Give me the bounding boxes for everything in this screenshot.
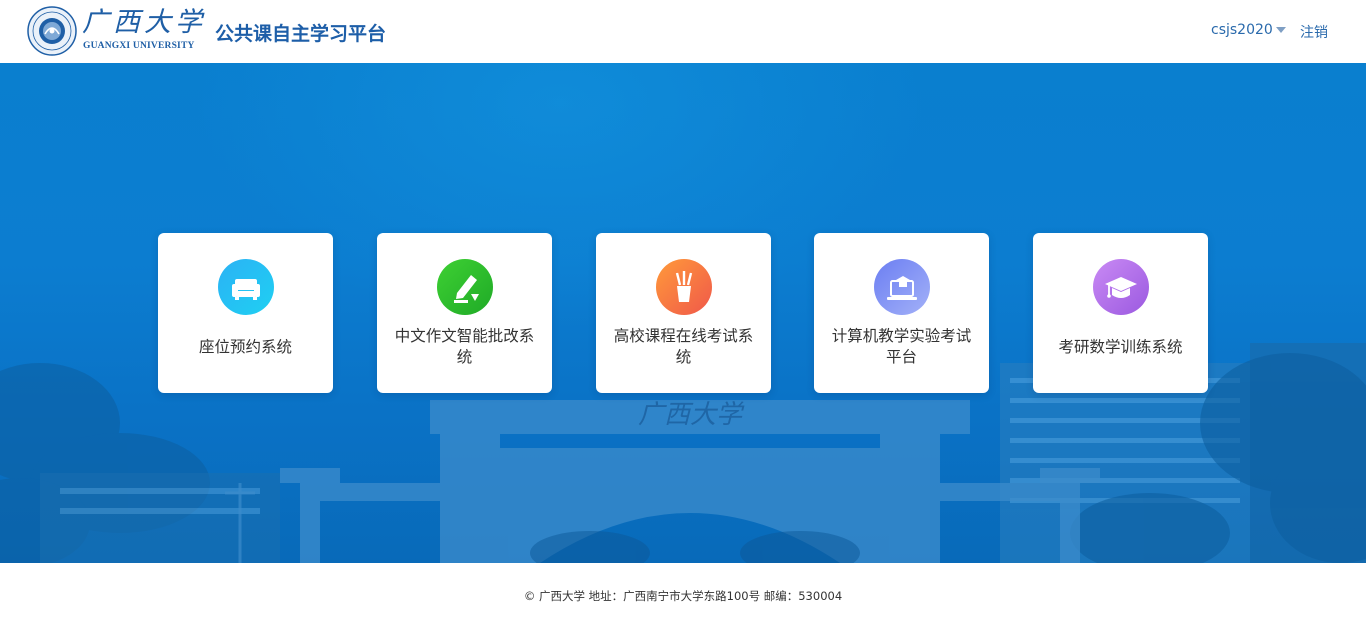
logo-text-chinese: 广西大学 [82, 7, 206, 38]
card-label: 中文作文智能批改系统 [394, 327, 535, 366]
card-essay-grading[interactable]: 中文作文智能批改系统 [377, 233, 552, 393]
logo-text-english: GUANGXI UNIVERSITY [83, 41, 195, 51]
caret-down-icon [1275, 27, 1286, 33]
top-header: 广西大学 GUANGXI UNIVERSITY 公共课自主学习平台 csjs20… [0, 0, 1366, 63]
card-label: 座位预约系统 [198, 338, 292, 356]
pen-paper-icon [437, 259, 493, 315]
pencil-cup-icon [656, 259, 712, 315]
footer-copyright: © 广西大学 地址：广西南宁市大学东路100号 邮编：530004 [523, 589, 843, 603]
university-emblem-icon [27, 6, 77, 56]
gate-inscription: 广西大学 [638, 400, 745, 430]
graduation-cap-icon [1093, 259, 1149, 315]
user-dropdown[interactable]: csjs2020 [1211, 22, 1286, 38]
card-label: 考研数学训练系统 [1058, 338, 1183, 356]
card-postgrad-math[interactable]: 考研数学训练系统 [1033, 233, 1208, 393]
armchair-icon [218, 259, 274, 315]
logout-link[interactable]: 注销 [1300, 22, 1328, 42]
card-label: 高校课程在线考试系统 [613, 327, 754, 366]
laptop-graduate-icon [874, 259, 930, 315]
card-online-exam[interactable]: 高校课程在线考试系统 [596, 233, 771, 393]
hero-banner: 广西大学 座位预约系统 中文作文智能批改系统 高校课程在线考试系统 计算机教学实… [0, 63, 1366, 563]
card-seat-reservation[interactable]: 座位预约系统 [158, 233, 333, 393]
page-footer: © 广西大学 地址：广西南宁市大学东路100号 邮编：530004 [0, 563, 1366, 626]
card-label: 计算机教学实验考试平台 [831, 327, 972, 366]
platform-title: 公共课自主学习平台 [215, 23, 387, 45]
card-computer-lab-exam[interactable]: 计算机教学实验考试平台 [814, 233, 989, 393]
username-label: csjs2020 [1211, 22, 1273, 38]
